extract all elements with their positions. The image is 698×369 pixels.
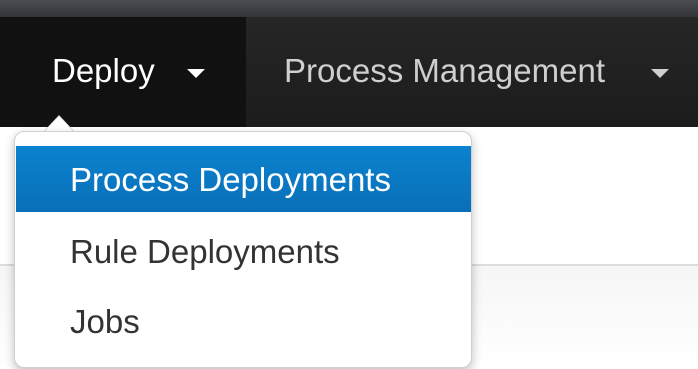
dropdown-pointer xyxy=(44,116,74,132)
caret-down-icon xyxy=(651,69,669,78)
nav-item-deploy[interactable]: Deploy xyxy=(0,17,246,127)
main-navbar: Deploy Process Management xyxy=(0,17,698,127)
menu-item-process-deployments[interactable]: Process Deployments xyxy=(16,146,471,212)
top-bar-strip xyxy=(0,0,698,17)
deploy-dropdown-menu: Process Deployments Rule Deployments Job… xyxy=(14,131,472,368)
nav-item-process-management[interactable]: Process Management xyxy=(284,17,698,127)
nav-item-process-management-label: Process Management xyxy=(284,52,605,89)
nav-item-deploy-label: Deploy xyxy=(52,52,155,89)
menu-item-rule-deployments[interactable]: Rule Deployments xyxy=(16,218,471,284)
menu-item-label: Rule Deployments xyxy=(70,233,340,270)
menu-item-jobs[interactable]: Jobs xyxy=(16,288,471,354)
menu-item-label: Jobs xyxy=(70,303,140,340)
menu-item-label: Process Deployments xyxy=(70,161,391,198)
caret-down-icon xyxy=(187,69,205,78)
